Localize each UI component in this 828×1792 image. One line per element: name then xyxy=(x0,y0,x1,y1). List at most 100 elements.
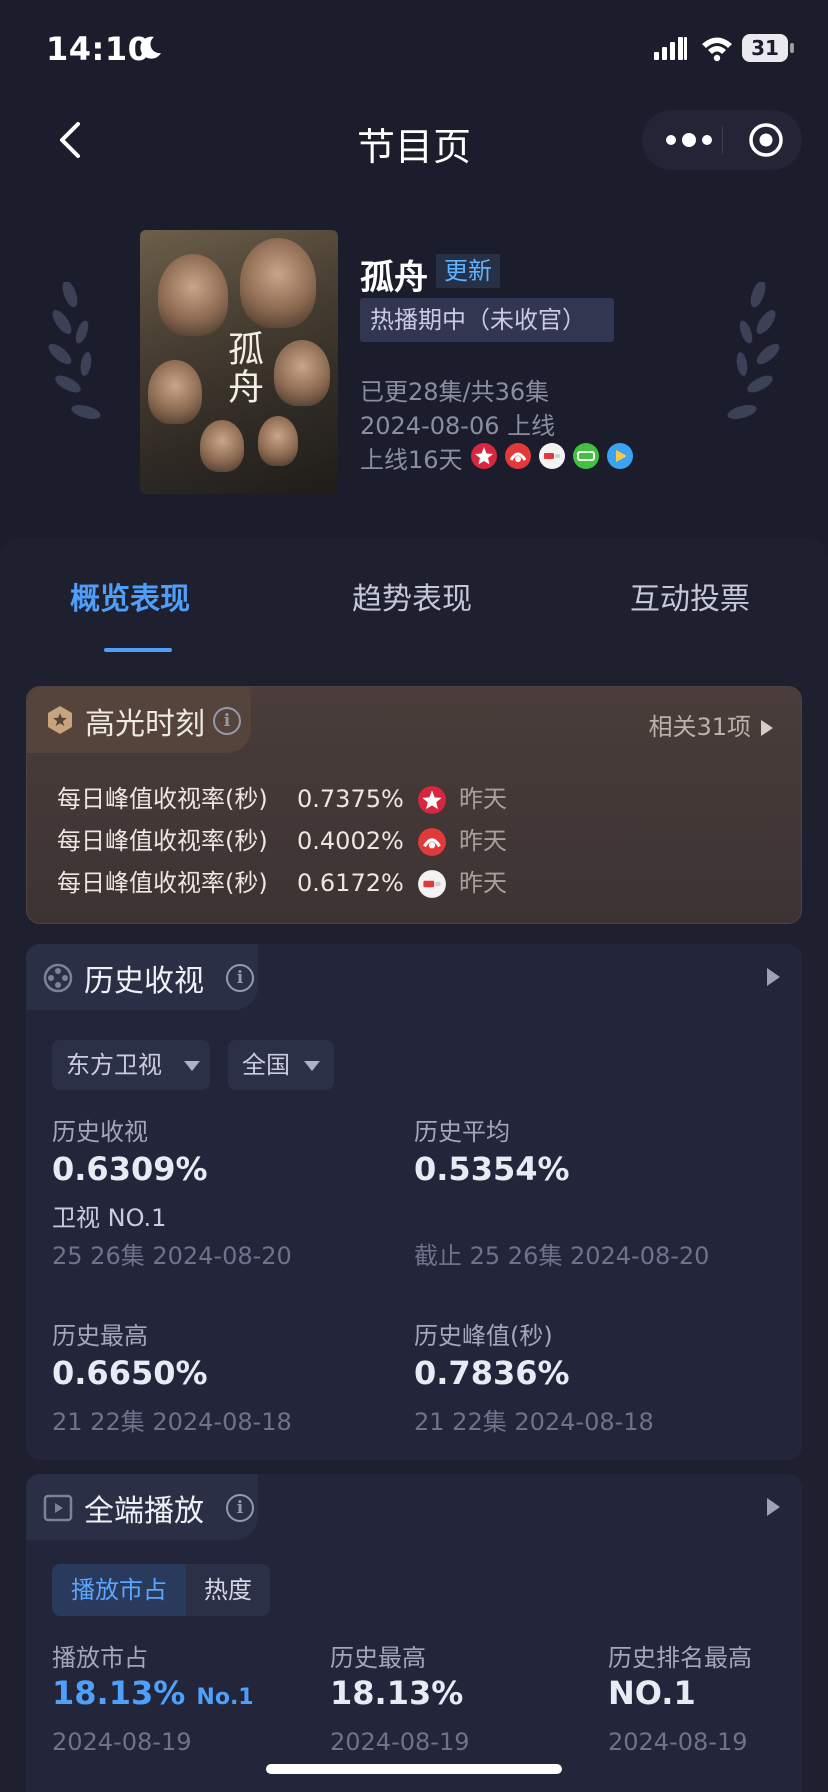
nav-bar: 节目页 xyxy=(0,100,828,180)
highlight-header: 高光时刻 i xyxy=(27,687,251,753)
chevron-down-icon xyxy=(184,1061,200,1071)
stat-sub: 截止 25 26集 2024-08-20 xyxy=(414,1242,710,1270)
history-title: 历史收视 xyxy=(84,964,204,999)
status-bar: 14:10 31 xyxy=(0,0,828,100)
laurel-right-icon xyxy=(727,282,780,419)
market-share-rank: No.1 xyxy=(196,1685,254,1710)
active-tab-indicator xyxy=(104,648,172,652)
stat-value: NO.1 xyxy=(608,1674,696,1712)
battery-level: 31 xyxy=(742,34,788,62)
iqiyi-logo xyxy=(573,443,599,469)
show-poster[interactable]: 孤舟 xyxy=(140,230,338,494)
history-header: 历史收视 i xyxy=(26,944,258,1010)
poster-figure xyxy=(240,238,316,328)
highlight-value: 0.6172% xyxy=(297,869,404,897)
related-count: 相关31项 xyxy=(648,713,751,741)
signal-icon xyxy=(654,37,687,60)
tab-vote[interactable]: 互动投票 xyxy=(630,574,750,618)
channel-value: 东方卫视 xyxy=(66,1051,162,1079)
close-target-icon[interactable] xyxy=(748,122,784,158)
stat-label: 播放市占 xyxy=(52,1644,148,1672)
highlight-label: 每日峰值收视率(秒) xyxy=(57,827,268,855)
highlight-row: 每日峰值收视率(秒) 0.7375% 昨天 xyxy=(57,779,507,815)
rank-text: 卫视 NO.1 xyxy=(52,1204,167,1232)
expand-arrow-icon[interactable] xyxy=(767,1498,780,1516)
jiangsu-tv-logo xyxy=(418,828,446,856)
battery-tip xyxy=(790,43,794,53)
tab-overview[interactable]: 概览表现 xyxy=(70,574,190,618)
platform-icons xyxy=(470,442,634,472)
highlight-label: 每日峰值收视率(秒) xyxy=(57,785,268,813)
stat-label: 历史最高 xyxy=(330,1644,426,1672)
play-arrow-icon xyxy=(761,720,773,736)
stat-value: 18.13% xyxy=(330,1674,464,1712)
chevron-down-icon xyxy=(304,1061,320,1071)
days-online: 上线16天 xyxy=(360,446,463,474)
stat-label: 历史最高 xyxy=(52,1322,148,1350)
stat-sub: 2024-08-19 xyxy=(330,1728,470,1756)
stat-label: 历史峰值(秒) xyxy=(414,1322,553,1350)
stat-value: 0.5354% xyxy=(414,1150,570,1188)
battery-indicator: 31 xyxy=(742,34,794,62)
poster-figure xyxy=(200,420,244,472)
poster-figure xyxy=(274,340,330,406)
stat-label: 历史收视 xyxy=(52,1118,148,1146)
stat-sub: 2024-08-19 xyxy=(52,1728,192,1756)
jiangsu-tv-logo xyxy=(505,443,531,469)
segment-market-share[interactable]: 播放市占 xyxy=(52,1564,186,1616)
status-time: 14:10 xyxy=(46,30,151,68)
tencent-video-logo xyxy=(418,870,446,898)
poster-title: 孤舟 xyxy=(222,330,263,406)
stat-sub: 25 26集 2024-08-20 xyxy=(52,1242,292,1270)
poster-figure xyxy=(258,416,298,466)
streaming-title: 全端播放 xyxy=(84,1494,204,1529)
play-square-icon xyxy=(43,1494,73,1522)
release-date: 2024-08-06 上线 xyxy=(360,412,556,440)
episode-count: 已更28集/共36集 xyxy=(360,378,550,406)
more-icon[interactable] xyxy=(662,124,716,156)
related-link[interactable]: 相关31项 xyxy=(648,707,773,742)
channel-dropdown[interactable]: 东方卫视 xyxy=(52,1040,210,1090)
streaming-header: 全端播放 i xyxy=(26,1474,258,1540)
stat-value: 0.6650% xyxy=(52,1354,208,1392)
youku-logo xyxy=(607,443,633,469)
market-share-value: 18.13% xyxy=(52,1674,186,1712)
highlight-value: 0.4002% xyxy=(297,827,404,855)
highlight-row: 每日峰值收视率(秒) 0.4002% 昨天 xyxy=(57,821,507,857)
history-ratings-card: 历史收视 i 东方卫视 全国 历史收视 0.6309% 卫视 NO.1 25 2… xyxy=(26,944,802,1460)
tab-trend[interactable]: 趋势表现 xyxy=(352,574,472,618)
expand-arrow-icon[interactable] xyxy=(767,968,780,986)
stat-value: 18.13% No.1 xyxy=(52,1674,254,1712)
stat-label: 历史排名最高 xyxy=(608,1644,752,1672)
stat-sub: 2024-08-19 xyxy=(608,1728,748,1756)
poster-figure xyxy=(148,360,202,424)
region-value: 全国 xyxy=(242,1051,290,1079)
region-dropdown[interactable]: 全国 xyxy=(228,1040,334,1090)
highlight-date: 昨天 xyxy=(459,785,507,813)
wifi-icon xyxy=(702,37,732,62)
highlight-row: 每日峰值收视率(秒) 0.6172% 昨天 xyxy=(57,863,507,899)
star-badge-icon xyxy=(48,706,72,734)
highlight-card[interactable]: 高光时刻 i 相关31项 每日峰值收视率(秒) 0.7375% 昨天 每日峰值收视率… xyxy=(26,686,802,924)
laurel-left-icon xyxy=(48,282,101,419)
show-name: 孤舟 xyxy=(360,258,428,298)
dragon-tv-logo xyxy=(418,786,446,814)
info-icon[interactable]: i xyxy=(226,1494,254,1522)
stat-sub: 21 22集 2024-08-18 xyxy=(52,1408,292,1436)
tencent-video-logo xyxy=(539,443,565,469)
highlight-title: 高光时刻 xyxy=(85,707,205,742)
broadcast-status-tag: 热播期中（未收官） xyxy=(360,298,614,342)
moon-icon xyxy=(140,36,161,59)
highlight-value: 0.7375% xyxy=(297,785,404,813)
update-badge: 更新 xyxy=(436,254,500,288)
info-icon[interactable]: i xyxy=(213,707,241,735)
info-icon[interactable]: i xyxy=(226,964,254,992)
film-reel-icon xyxy=(43,963,73,993)
streaming-card: 全端播放 i 播放市占 热度 播放市占 18.13% No.1 2024-08-… xyxy=(26,1474,802,1792)
segment-heat[interactable]: 热度 xyxy=(186,1564,270,1616)
highlight-date: 昨天 xyxy=(459,869,507,897)
stat-sub: 21 22集 2024-08-18 xyxy=(414,1408,654,1436)
capsule-divider xyxy=(722,126,723,154)
stat-label: 历史平均 xyxy=(414,1118,510,1146)
home-indicator xyxy=(266,1764,562,1774)
